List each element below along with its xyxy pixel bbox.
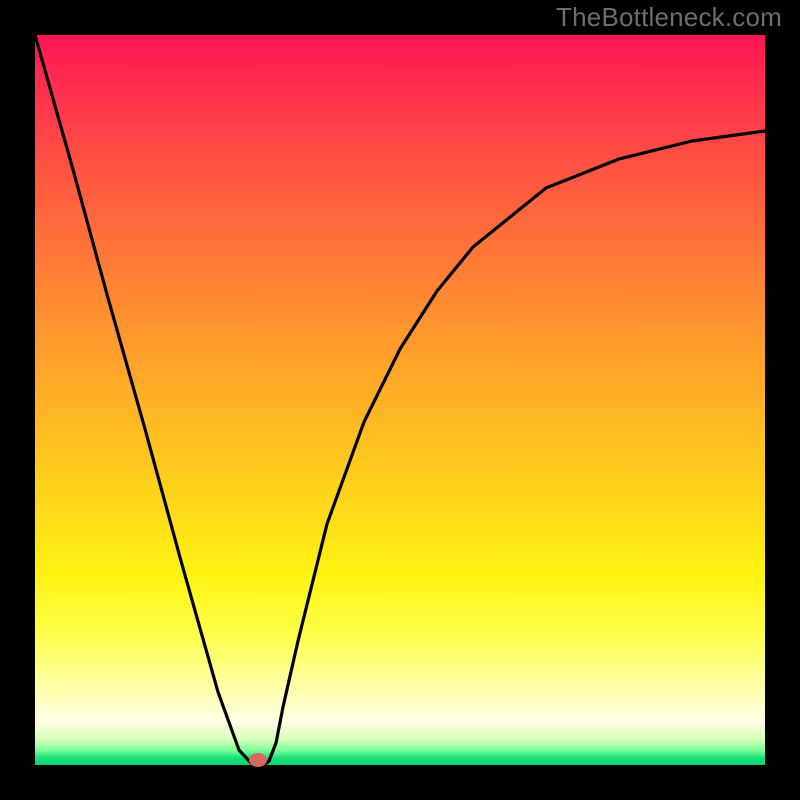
watermark-text: TheBottleneck.com: [556, 2, 782, 33]
bottleneck-curve: [35, 35, 765, 765]
curve-path: [35, 35, 765, 764]
plot-area: [35, 35, 765, 765]
chart-frame: TheBottleneck.com: [0, 0, 800, 800]
min-marker-dot: [249, 753, 267, 767]
